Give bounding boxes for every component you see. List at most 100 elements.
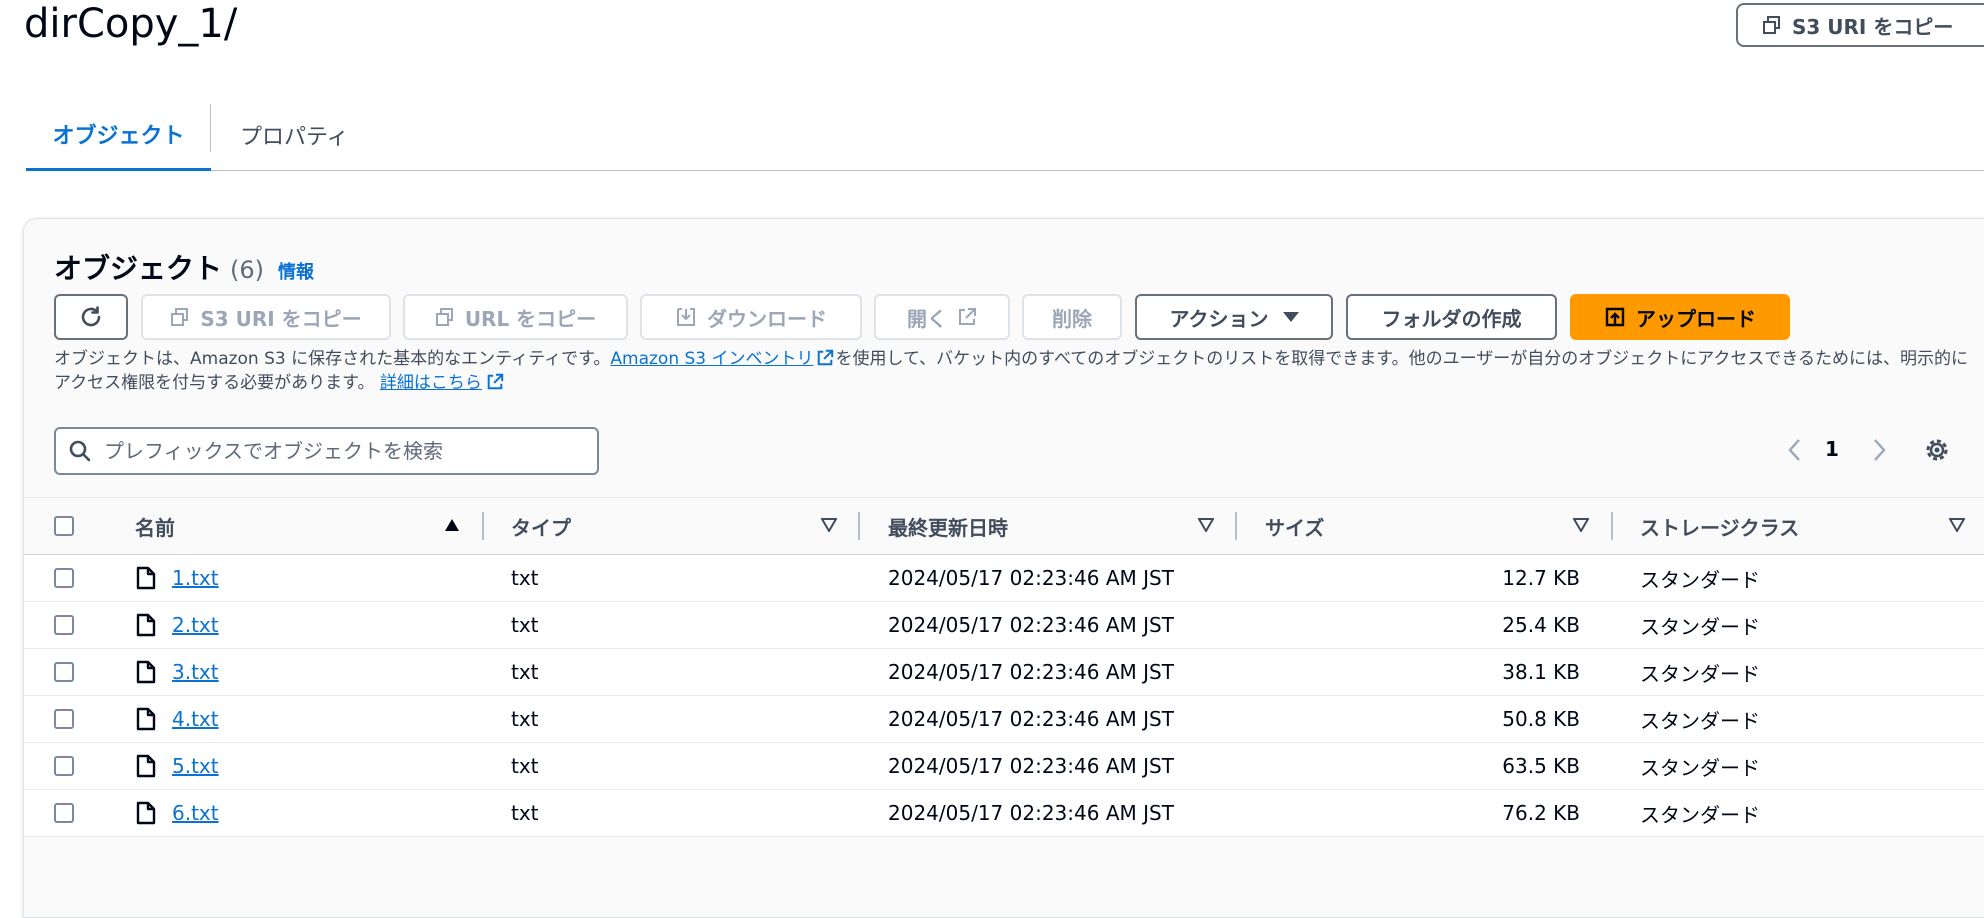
object-storage-class: スタンダード (1640, 755, 1760, 780)
download-label: ダウンロード (707, 306, 827, 331)
tab-divider (210, 104, 211, 152)
object-name-link[interactable]: 5.txt (172, 743, 219, 789)
current-page[interactable]: 1 (1825, 437, 1839, 461)
object-type: txt (511, 754, 539, 778)
copy-s3-uri-toolbar-button[interactable]: S3 URI をコピー (141, 294, 391, 340)
column-divider[interactable] (1611, 512, 1613, 540)
upload-label: アップロード (1636, 306, 1756, 331)
select-all-checkbox[interactable] (54, 516, 74, 536)
object-name-link[interactable]: 6.txt (172, 790, 219, 836)
sort-icon[interactable] (1949, 518, 1965, 532)
column-divider[interactable] (482, 512, 484, 540)
sort-ascending-icon[interactable] (444, 518, 460, 532)
row-checkbox[interactable] (54, 615, 74, 635)
file-icon (136, 707, 156, 731)
object-size: 76.2 KB (1502, 801, 1580, 825)
object-storage-class: スタンダード (1640, 661, 1760, 686)
object-size: 38.1 KB (1502, 660, 1580, 684)
open-button[interactable]: 開く (874, 294, 1010, 340)
column-divider[interactable] (1235, 512, 1237, 540)
copy-icon (1763, 16, 1780, 34)
row-checkbox[interactable] (54, 568, 74, 588)
column-header-name[interactable]: 名前 (135, 498, 175, 554)
delete-label: 削除 (1052, 306, 1092, 331)
object-storage-class: スタンダード (1640, 802, 1760, 827)
table-row[interactable]: 6.txt txt 2024/05/17 02:23:46 AM JST 76.… (24, 790, 1984, 837)
tab-objects[interactable]: オブジェクト (26, 99, 211, 171)
objects-header: オブジェクト (6) 情報 (54, 247, 314, 287)
inventory-link[interactable]: Amazon S3 インベントリ (610, 349, 813, 369)
object-storage-class: スタンダード (1640, 567, 1760, 592)
column-header-storage-class[interactable]: ストレージクラス (1640, 498, 1799, 554)
file-icon (136, 660, 156, 684)
sort-icon[interactable] (1198, 518, 1214, 532)
object-last-modified: 2024/05/17 02:23:46 AM JST (888, 801, 1174, 825)
object-last-modified: 2024/05/17 02:23:46 AM JST (888, 566, 1174, 590)
object-last-modified: 2024/05/17 02:23:46 AM JST (888, 660, 1174, 684)
description-text-1: オブジェクトは、Amazon S3 に保存された基本的なエンティティです。 (54, 349, 611, 369)
row-checkbox[interactable] (54, 756, 74, 776)
object-last-modified: 2024/05/17 02:23:46 AM JST (888, 613, 1174, 637)
object-storage-class: スタンダード (1640, 614, 1760, 639)
object-name-link[interactable]: 3.txt (172, 649, 219, 695)
file-icon (136, 754, 156, 778)
create-folder-button[interactable]: フォルダの作成 (1346, 294, 1557, 340)
objects-title: オブジェクト (54, 252, 223, 285)
copy-url-button[interactable]: URL をコピー (403, 294, 628, 340)
refresh-button[interactable] (54, 294, 128, 340)
column-header-last-modified[interactable]: 最終更新日時 (888, 498, 1008, 554)
upload-button[interactable]: アップロード (1570, 294, 1790, 340)
tab-bar: オブジェクト プロパティ (26, 100, 1984, 171)
tab-properties[interactable]: プロパティ (240, 100, 349, 170)
open-label: 開く (907, 306, 947, 331)
row-checkbox[interactable] (54, 709, 74, 729)
file-icon (136, 613, 156, 637)
row-checkbox[interactable] (54, 662, 74, 682)
delete-button[interactable]: 削除 (1022, 294, 1122, 340)
row-checkbox[interactable] (54, 803, 74, 823)
sort-icon[interactable] (821, 518, 837, 532)
download-button[interactable]: ダウンロード (640, 294, 862, 340)
create-folder-label: フォルダの作成 (1381, 306, 1522, 331)
learn-more-link[interactable]: 詳細はこちら (380, 373, 482, 393)
column-header-type[interactable]: タイプ (511, 498, 571, 554)
object-size: 12.7 KB (1502, 566, 1580, 590)
object-size: 50.8 KB (1502, 707, 1580, 731)
table-header: 名前 タイプ 最終更新日時 サイズ ストレージクラス (24, 497, 1984, 555)
object-name-link[interactable]: 1.txt (172, 555, 219, 601)
object-type: txt (511, 613, 539, 637)
upload-icon (1605, 307, 1625, 327)
copy-s3-uri-toolbar-label: S3 URI をコピー (200, 306, 362, 331)
column-header-size[interactable]: サイズ (1265, 498, 1324, 554)
gear-icon[interactable] (1922, 435, 1952, 465)
object-name-link[interactable]: 2.txt (172, 602, 219, 648)
object-type: txt (511, 660, 539, 684)
table-row[interactable]: 5.txt txt 2024/05/17 02:23:46 AM JST 63.… (24, 743, 1984, 790)
search-input[interactable] (102, 438, 576, 464)
search-box (54, 427, 599, 475)
copy-icon (435, 308, 453, 326)
sort-icon[interactable] (1573, 518, 1589, 532)
actions-dropdown[interactable]: アクション (1135, 294, 1333, 340)
page-title: dirCopy_1/ (24, 1, 238, 47)
table-row[interactable]: 2.txt txt 2024/05/17 02:23:46 AM JST 25.… (24, 602, 1984, 649)
object-type: txt (511, 566, 539, 590)
info-link[interactable]: 情報 (278, 258, 314, 284)
file-icon (136, 566, 156, 590)
copy-s3-uri-button[interactable]: S3 URI をコピー (1736, 3, 1984, 47)
table-row[interactable]: 1.txt txt 2024/05/17 02:23:46 AM JST 12.… (24, 555, 1984, 602)
column-divider[interactable] (858, 512, 860, 540)
chevron-left-icon[interactable] (1785, 437, 1805, 463)
caret-down-icon (1282, 312, 1299, 322)
table-row[interactable]: 4.txt txt 2024/05/17 02:23:46 AM JST 50.… (24, 696, 1984, 743)
object-last-modified: 2024/05/17 02:23:46 AM JST (888, 707, 1174, 731)
copy-url-label: URL をコピー (464, 306, 597, 331)
chevron-right-icon[interactable] (1869, 437, 1889, 463)
object-type: txt (511, 707, 539, 731)
table-row[interactable]: 3.txt txt 2024/05/17 02:23:46 AM JST 38.… (24, 649, 1984, 696)
object-size: 63.5 KB (1502, 754, 1580, 778)
object-last-modified: 2024/05/17 02:23:46 AM JST (888, 754, 1174, 778)
objects-count: (6) (230, 256, 265, 284)
object-name-link[interactable]: 4.txt (172, 696, 219, 742)
actions-label: アクション (1169, 306, 1269, 331)
